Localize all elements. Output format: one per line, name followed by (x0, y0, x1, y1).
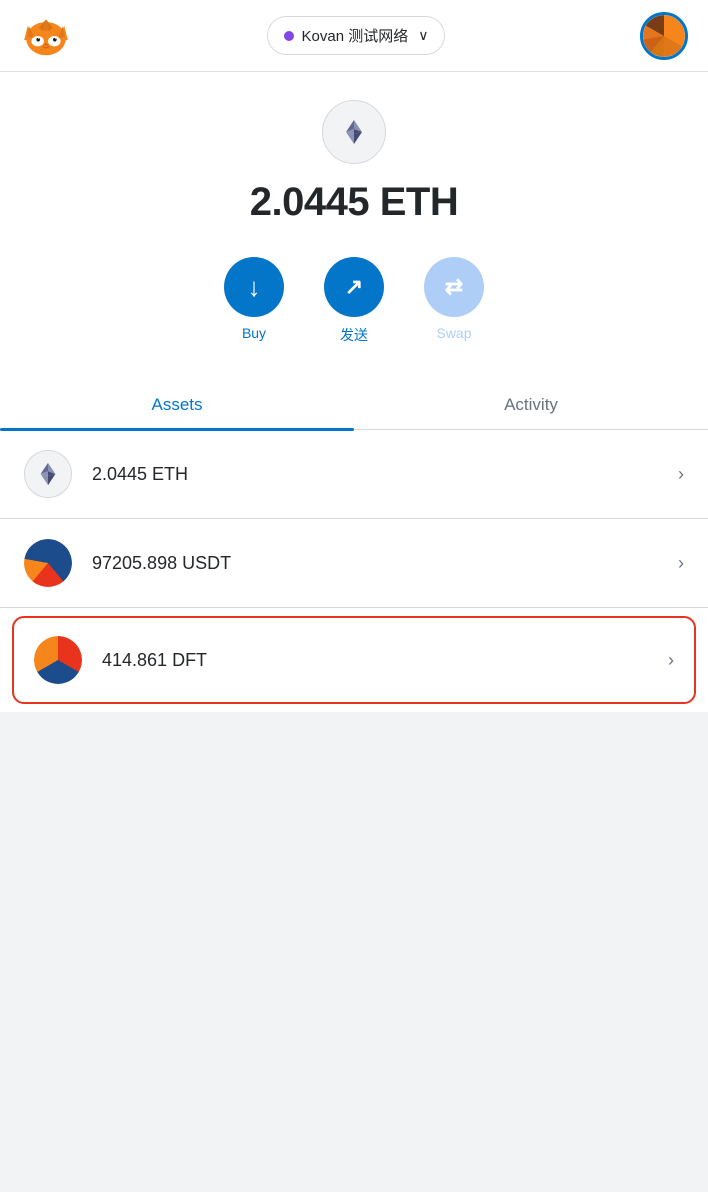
send-label: 发送 (340, 325, 368, 345)
dft-asset-name: 414.861 DFT (102, 650, 668, 671)
buy-action[interactable]: ↓ Buy (224, 257, 284, 341)
tab-activity[interactable]: Activity (354, 381, 708, 429)
swap-button-circle[interactable]: ⇄ (424, 257, 484, 317)
dft-chevron-icon: › (668, 650, 674, 671)
avatar-colorful (643, 15, 685, 57)
network-status-dot (284, 31, 294, 41)
eth-token-icon (322, 100, 386, 164)
swap-label: Swap (436, 325, 471, 341)
asset-row-dft[interactable]: 414.861 DFT › (12, 616, 696, 704)
network-selector[interactable]: Kovan 测试网络 ∨ (267, 16, 446, 55)
eth-chevron-icon: › (678, 464, 684, 485)
swap-action[interactable]: ⇄ Swap (424, 257, 484, 341)
app-header: Kovan 测试网络 ∨ (0, 0, 708, 72)
usdt-color-icon (24, 539, 72, 587)
usdt-asset-icon (24, 539, 72, 587)
usdt-asset-name: 97205.898 USDT (92, 553, 678, 574)
metamask-logo (20, 10, 72, 62)
eth-diamond-icon (340, 118, 368, 146)
network-name-label: Kovan 测试网络 (302, 25, 409, 46)
main-content: 2.0445 ETH ↓ Buy ↗ 发送 ⇄ Swap Assets Acti… (0, 72, 708, 712)
swap-icon: ⇄ (445, 274, 463, 300)
chevron-down-icon: ∨ (418, 27, 428, 44)
eth-small-diamond (35, 461, 61, 487)
usdt-chevron-icon: › (678, 553, 684, 574)
assets-list: 2.0445 ETH › 97205.898 USDT › 414.861 DF… (0, 430, 708, 712)
asset-row-eth[interactable]: 2.0445 ETH › (0, 430, 708, 519)
eth-asset-name: 2.0445 ETH (92, 464, 678, 485)
actions-row: ↓ Buy ↗ 发送 ⇄ Swap (224, 257, 484, 345)
buy-button-circle[interactable]: ↓ (224, 257, 284, 317)
buy-icon: ↓ (248, 274, 261, 300)
send-action[interactable]: ↗ 发送 (324, 257, 384, 345)
wallet-balance: 2.0445 ETH (250, 180, 458, 225)
buy-label: Buy (242, 325, 266, 341)
dft-color-icon (34, 636, 82, 684)
dft-asset-icon (34, 636, 82, 684)
asset-row-usdt[interactable]: 97205.898 USDT › (0, 519, 708, 608)
eth-asset-icon (24, 450, 72, 498)
account-avatar[interactable] (640, 12, 688, 60)
send-icon: ↗ (345, 274, 363, 300)
tab-assets[interactable]: Assets (0, 381, 354, 429)
send-button-circle[interactable]: ↗ (324, 257, 384, 317)
tabs-row: Assets Activity (0, 381, 708, 430)
